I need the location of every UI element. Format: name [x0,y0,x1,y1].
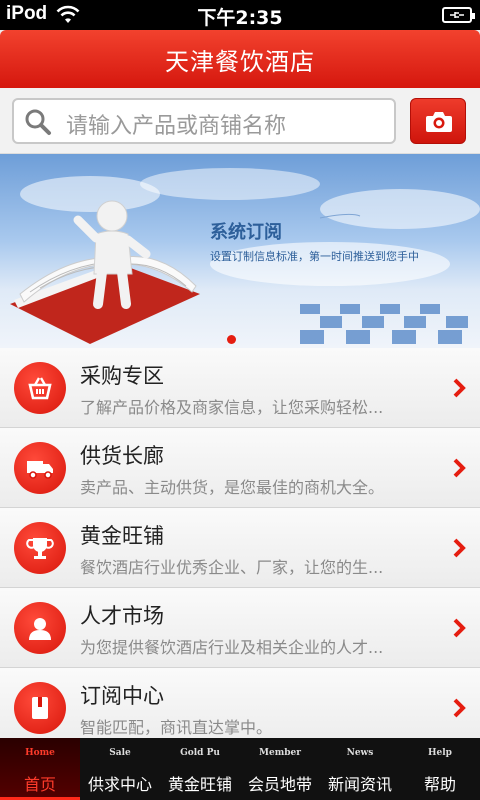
menu-item-title: 黄金旺铺 [80,524,164,548]
chevron-right-icon [453,698,466,718]
truck-icon [14,442,66,494]
status-bar: iPod 下午2:35 [0,0,480,30]
nav-tab-member[interactable]: Member 会员地带 [240,738,320,800]
search-bar: 请输入产品或商铺名称 [0,88,480,154]
nav-tab-sale[interactable]: Sale 供求中心 [80,738,160,800]
search-placeholder: 请输入产品或商铺名称 [66,114,287,139]
banner-subtitle: 设置订制信息标准，第一时间推送到您手中 [210,250,419,263]
chevron-right-icon [453,378,466,398]
menu-item-talent[interactable]: 人才市场 为您提供餐饮酒店行业及相关企业的人才... [0,588,480,668]
menu-item-title: 订阅中心 [80,684,164,708]
banner-title: 系统订阅 [210,222,282,243]
promo-banner[interactable]: 系统订阅 设置订制信息标准，第一时间推送到您手中 [0,154,480,348]
nav-tab-en-label: News [346,748,374,758]
nav-tab-label: 帮助 [423,775,456,794]
menu-item-desc: 了解产品价格及商家信息，让您采购轻松... [80,398,384,417]
basket-icon [14,362,66,414]
menu-item-desc: 卖产品、主动供货，是您最佳的商机大全。 [80,478,385,497]
chevron-right-icon [453,538,466,558]
nav-tab-label: 黄金旺铺 [167,775,232,794]
title-bar: 天津餐饮酒店 [0,30,480,88]
nav-tab-en-label: Home [25,748,55,758]
nav-tab-gold-shop[interactable]: Gold Pu 黄金旺铺 [160,738,240,800]
menu-item-desc: 餐饮酒店行业优秀企业、厂家，让您的生... [80,558,384,577]
nav-tab-label: 首页 [23,775,56,794]
menu-item-desc: 为您提供餐饮酒店行业及相关企业的人才... [80,638,384,657]
trophy-icon [14,522,66,574]
chevron-right-icon [453,618,466,638]
camera-icon [426,112,452,132]
menu-item-desc: 智能匹配，商讯直达掌中。 [80,718,273,737]
bottom-nav: Home 首页 Sale 供求中心 Gold Pu 黄金旺铺 Member 会员… [0,738,480,800]
nav-tab-en-label: Sale [109,748,131,758]
book-icon [14,682,66,734]
nav-tab-label: 会员地带 [247,775,312,794]
menu-item-purchase[interactable]: 采购专区 了解产品价格及商家信息，让您采购轻松... [0,348,480,428]
page-title: 天津餐饮酒店 [165,48,315,76]
nav-tab-en-label: Member [259,748,301,758]
menu-item-supply[interactable]: 供货长廊 卖产品、主动供货，是您最佳的商机大全。 [0,428,480,508]
camera-button[interactable] [410,98,466,144]
nav-tab-help[interactable]: Help 帮助 [400,738,480,800]
menu-item-title: 采购专区 [80,364,164,388]
carousel-indicator[interactable] [227,335,236,344]
person-icon [14,602,66,654]
nav-tab-en-label: Help [428,748,452,758]
battery-icon [442,7,475,23]
menu-item-gold-shop[interactable]: 黄金旺铺 餐饮酒店行业优秀企业、厂家，让您的生... [0,508,480,588]
menu-item-title: 人才市场 [80,604,164,628]
search-icon [25,109,51,135]
nav-tab-news[interactable]: News 新闻资讯 [320,738,400,800]
nav-tab-label: 新闻资讯 [327,775,392,794]
chevron-right-icon [453,458,466,478]
nav-tab-home[interactable]: Home 首页 [0,738,80,800]
clock: 下午2:35 [197,7,283,29]
menu-list: 采购专区 了解产品价格及商家信息，让您采购轻松... 供货长廊 卖产品、主动供货… [0,348,480,748]
menu-item-title: 供货长廊 [80,444,164,468]
nav-tab-label: 供求中心 [87,775,152,794]
nav-tab-en-label: Gold Pu [180,748,220,758]
search-input[interactable]: 请输入产品或商铺名称 [12,98,396,144]
menu-item-subscription[interactable]: 订阅中心 智能匹配，商讯直达掌中。 [0,668,480,748]
